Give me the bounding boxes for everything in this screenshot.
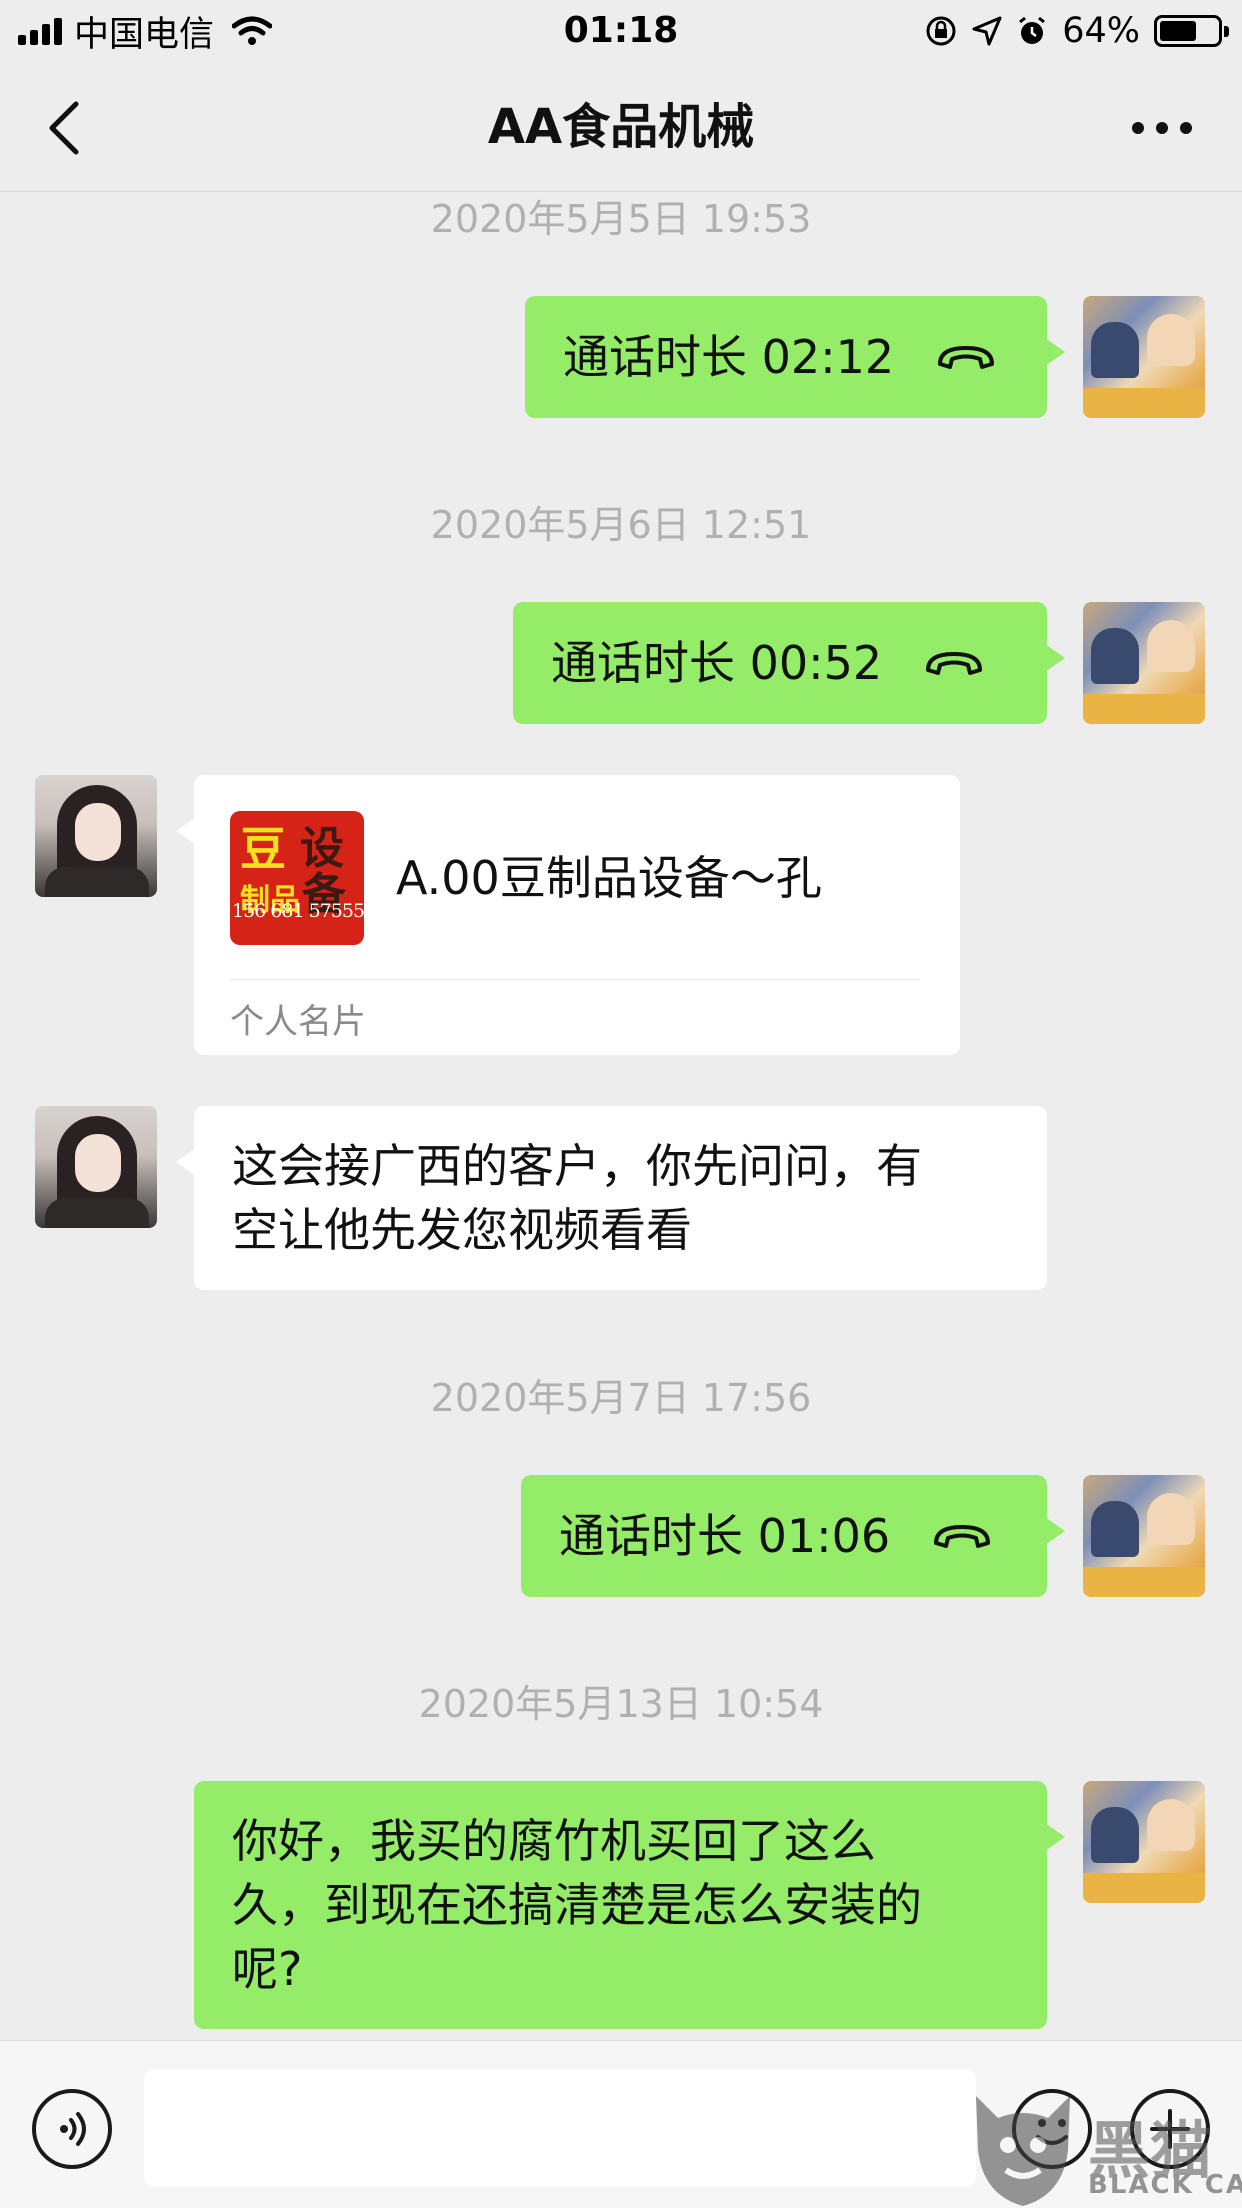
voice-icon: [60, 2112, 86, 2146]
contact-avatar[interactable]: [35, 1106, 157, 1228]
call-record-bubble[interactable]: 通话时长 01:06: [521, 1475, 1065, 1597]
nav-bar: AA食品机械: [0, 62, 1242, 192]
location-icon: [972, 16, 1002, 46]
call-record-bubble[interactable]: 通话时长 02:12: [525, 296, 1065, 418]
card-divider: [230, 979, 920, 980]
message-line: 久，到现在还搞清楚是怎么安装的: [232, 1878, 922, 1932]
chat-title: AA食品机械: [487, 99, 755, 155]
message-line: 呢?: [232, 1942, 303, 1996]
rotation-lock-icon: [926, 16, 956, 46]
card-header: 豆 设 制品 备 156 681 57555 A.00豆制品设备～孔: [230, 811, 930, 945]
cat-logo-icon: [976, 2096, 1070, 2206]
status-right: 64%: [924, 8, 1229, 54]
text-message-bubble[interactable]: 你好，我买的腐竹机买回了这么 久，到现在还搞清楚是怎么安装的 呢?: [194, 1781, 1065, 2029]
my-avatar[interactable]: [1083, 1781, 1205, 1903]
call-record-bubble[interactable]: 通话时长 00:52: [513, 602, 1065, 724]
card-type-label: 个人名片: [230, 1002, 366, 1042]
status-bar: 中国电信 01:18 64%: [0, 0, 1242, 62]
message-input[interactable]: [144, 2069, 976, 2187]
battery-percent: 64%: [1062, 11, 1140, 51]
call-duration: 通话时长 00:52: [551, 636, 883, 690]
my-avatar[interactable]: [1083, 296, 1205, 418]
my-avatar[interactable]: [1083, 602, 1205, 724]
phone-handset-icon: [934, 1525, 991, 1548]
message-line: 空让他先发您视频看看: [232, 1203, 692, 1257]
battery-icon: [1154, 15, 1229, 47]
battery-fill: [1160, 21, 1196, 41]
card-contact-name: A.00豆制品设备～孔: [396, 851, 822, 905]
timestamp: 2020年5月7日 17:56: [430, 1376, 812, 1420]
timestamp: 2020年5月6日 12:51: [430, 503, 812, 547]
my-avatar[interactable]: [1083, 1475, 1205, 1597]
timestamp: 2020年5月13日 10:54: [418, 1682, 824, 1726]
watermark-logo: 黑猫 BLACK CAT: [968, 2090, 1242, 2208]
text-message-bubble[interactable]: 这会接广西的客户，你先问问，有 空让他先发您视频看看: [176, 1106, 1047, 1290]
message-line: 你好，我买的腐竹机买回了这么: [232, 1814, 876, 1868]
phone-handset-icon: [926, 652, 983, 675]
timestamp: 2020年5月5日 19:53: [430, 197, 812, 241]
alarm-icon: [1019, 16, 1046, 44]
voice-input-button[interactable]: [32, 2089, 112, 2169]
call-duration: 通话时长 01:06: [559, 1509, 891, 1563]
contact-card-bubble[interactable]: 豆 设 制品 备 156 681 57555 A.00豆制品设备～孔 个人名片: [176, 775, 960, 1055]
more-dots-icon[interactable]: [1132, 108, 1192, 148]
contact-avatar[interactable]: [35, 775, 157, 897]
watermark-en: BLACK CAT: [1088, 2170, 1242, 2200]
card-logo: 豆 设 制品 备 156 681 57555: [230, 811, 364, 945]
call-duration: 通话时长 02:12: [563, 330, 895, 384]
message-line: 这会接广西的客户，你先问问，有: [232, 1139, 922, 1193]
phone-handset-icon: [938, 346, 995, 369]
